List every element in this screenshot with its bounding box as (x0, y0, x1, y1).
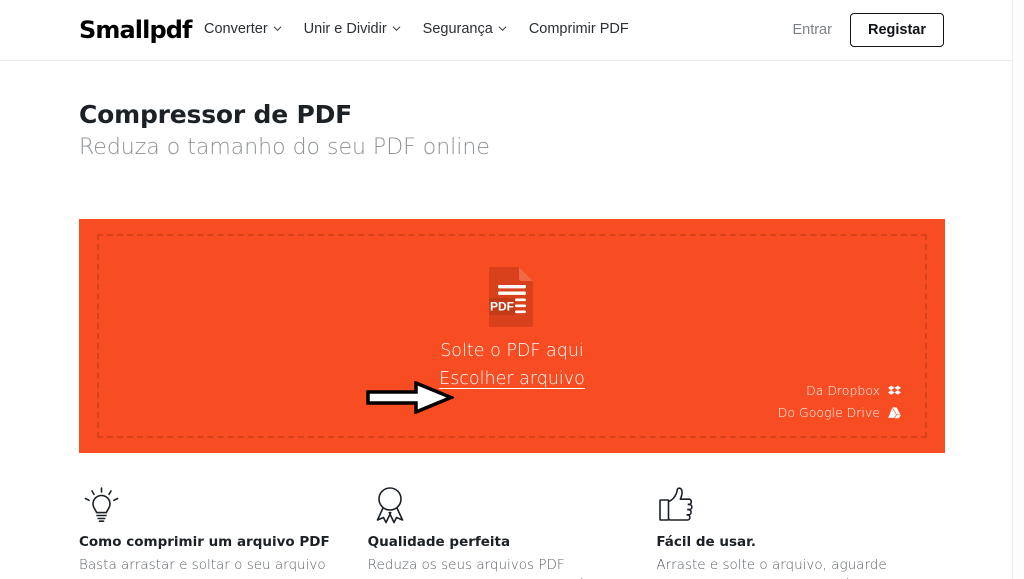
page-title: Compressor de PDF (79, 100, 353, 129)
lightbulb-icon (79, 483, 344, 527)
vertical-scrollbar[interactable] (1012, 0, 1024, 579)
pdf-file-icon: PDF (485, 265, 539, 327)
feature-card-facil-de-usar: Fácil de usar. Arraste e solte o arquivo… (656, 483, 945, 579)
hero-heading-block: Compressor de PDF Reduza o tamanho do se… (79, 100, 490, 163)
choose-file-link[interactable]: Escolher arquivo (439, 369, 585, 389)
site-header: Smallpdf Converter Unir e Dividir Segura… (0, 0, 1012, 61)
feature-card-qualidade-perfeita: Qualidade perfeita Reduza os seus arquiv… (368, 483, 657, 579)
arrow-pointing-right-annotation (366, 380, 456, 415)
google-drive-link[interactable]: Do Google Drive (778, 405, 901, 420)
dropbox-label: Da Dropbox (806, 383, 880, 398)
nav-label: Unir e Dividir (303, 21, 387, 37)
nav-label: Comprimir PDF (528, 21, 629, 37)
page-root: Smallpdf Converter Unir e Dividir Segura… (0, 0, 1024, 579)
nav-label: Converter (204, 21, 268, 37)
dropbox-link[interactable]: Da Dropbox (806, 383, 901, 398)
thumbs-up-icon (656, 483, 921, 527)
svg-text:PDF: PDF (490, 300, 514, 314)
feature-body: Arraste e solte o arquivo, aguarde algun… (656, 557, 887, 579)
feature-title: Qualidade perfeita (367, 534, 511, 550)
google-drive-label: Do Google Drive (777, 405, 880, 420)
nav-item-converter[interactable]: Converter (204, 21, 282, 37)
chevron-down-icon (498, 24, 507, 33)
google-drive-icon (888, 406, 901, 419)
feature-title: Fácil de usar. (656, 534, 756, 550)
feature-card-como-comprimir: Como comprimir um arquivo PDF Basta arra… (79, 483, 368, 579)
file-dropzone[interactable]: PDF Solte o PDF aqui Escolher arquivo Da… (79, 219, 945, 453)
dropzone-content: PDF Solte o PDF aqui Escolher arquivo (79, 265, 945, 389)
nav-item-seguranca[interactable]: Segurança (423, 21, 507, 37)
auth-actions: Entrar Registar (792, 13, 944, 47)
chevron-down-icon (392, 24, 401, 33)
features-row: Como comprimir um arquivo PDF Basta arra… (79, 483, 945, 579)
feature-body: Reduza os seus arquivos PDF digitalizado… (367, 557, 598, 579)
page-subtitle: Reduza o tamanho do seu PDF online (79, 135, 490, 160)
main-navigation: Converter Unir e Dividir Segurança Compr… (204, 21, 629, 37)
award-ribbon-icon (368, 483, 633, 527)
cloud-source-links: Da Dropbox Do Google Drive (778, 383, 901, 420)
feature-title: Como comprimir um arquivo PDF (79, 534, 330, 550)
login-link[interactable]: Entrar (792, 22, 832, 38)
nav-label: Segurança (422, 21, 493, 37)
feature-body: Basta arrastar e soltar o seu arquivo PD… (79, 557, 326, 579)
smallpdf-logo[interactable]: Smallpdf (79, 16, 192, 44)
register-button[interactable]: Registar (849, 13, 944, 47)
chevron-down-icon (273, 24, 282, 33)
dropbox-icon (888, 384, 901, 397)
nav-item-unir-e-dividir[interactable]: Unir e Dividir (304, 21, 401, 37)
nav-item-comprimir-pdf[interactable]: Comprimir PDF (529, 21, 629, 37)
dropzone-drop-text: Solte o PDF aqui (440, 341, 584, 361)
